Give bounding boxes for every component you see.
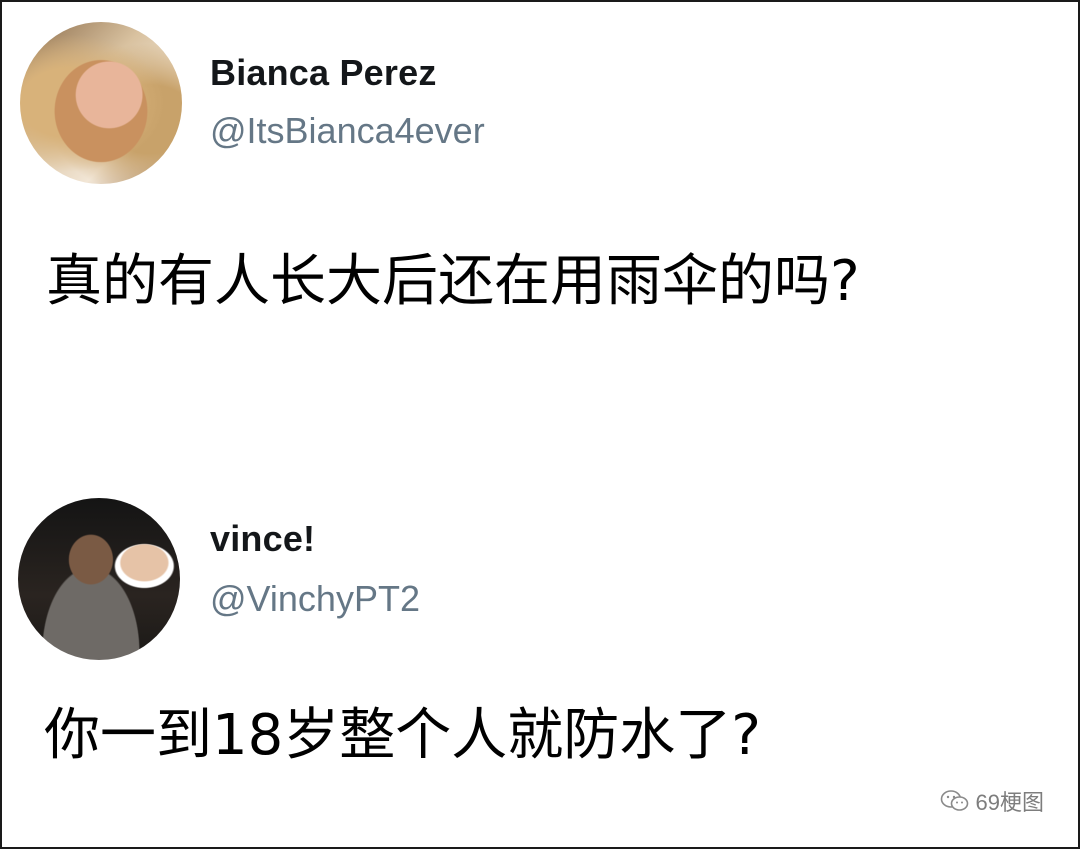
watermark-label: 69梗图	[975, 790, 1044, 815]
reply-tweet: vince! @VinchyPT2 你一到18岁整个人就防水了?	[2, 490, 1078, 847]
avatar[interactable]	[20, 22, 182, 184]
user-name[interactable]: Bianca Perez	[210, 52, 437, 94]
avatar[interactable]	[18, 498, 180, 660]
tweet-text: 真的有人长大后还在用雨伞的吗?	[46, 249, 860, 314]
tweet-text: 你一到18岁整个人就防水了?	[44, 703, 761, 768]
user-handle[interactable]: @ItsBianca4ever	[210, 110, 485, 152]
tweet: Bianca Perez @ItsBianca4ever 真的有人长大后还在用雨…	[2, 2, 1078, 472]
screenshot-frame: Bianca Perez @ItsBianca4ever 真的有人长大后还在用雨…	[0, 0, 1080, 849]
user-handle[interactable]: @VinchyPT2	[210, 578, 420, 620]
watermark: 69梗图	[940, 785, 1044, 817]
wechat-icon	[940, 789, 970, 813]
user-name[interactable]: vince!	[210, 518, 315, 560]
